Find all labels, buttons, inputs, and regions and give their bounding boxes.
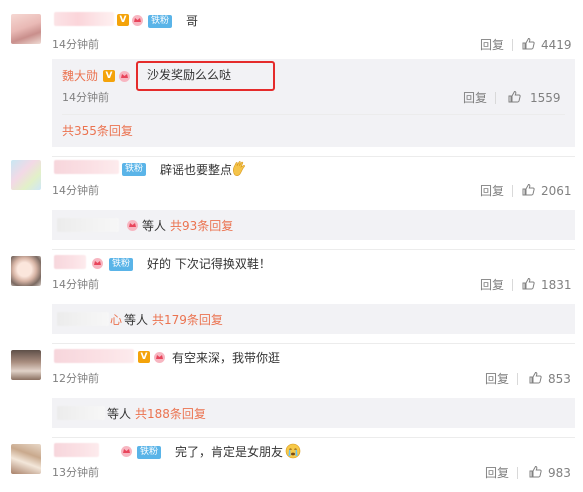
thumbs-up-icon[interactable]: [508, 90, 521, 103]
comment-text: 辟谣也要整点: [160, 163, 233, 177]
user-name[interactable]: [54, 255, 86, 269]
like-count: 1559: [530, 91, 561, 105]
user-name[interactable]: [54, 12, 114, 26]
comment-text: 完了，肯定是女朋友: [175, 445, 284, 459]
comment-time: 13分钟前: [52, 466, 99, 479]
divider: [52, 249, 575, 250]
thumbs-up-icon[interactable]: [522, 183, 535, 196]
divider: [517, 467, 518, 479]
comment-time: 12分钟前: [52, 372, 99, 385]
divider: [495, 92, 496, 104]
others-label: 等人: [142, 219, 167, 233]
comment-text: 哥: [186, 14, 199, 28]
user-name[interactable]: [54, 160, 119, 174]
like-count: 2061: [541, 184, 572, 198]
total-replies-link[interactable]: 共179条回复: [152, 313, 223, 327]
avatar[interactable]: [11, 350, 41, 380]
avatar[interactable]: [11, 160, 41, 190]
verified-v-icon: V: [138, 351, 150, 363]
like-count: 1831: [541, 278, 572, 292]
reply-user-name[interactable]: [57, 312, 109, 326]
reply-user-name[interactable]: 魏大勋: [62, 68, 98, 84]
total-replies-link[interactable]: 共93条回复: [170, 219, 233, 233]
divider: [512, 279, 513, 291]
reply-user-name[interactable]: [57, 406, 105, 420]
crown-icon: [132, 15, 143, 26]
verified-v-icon: V: [103, 70, 115, 82]
like-count: 4419: [541, 38, 572, 52]
reply-button[interactable]: 回复: [480, 278, 504, 292]
like-count: 983: [548, 466, 571, 480]
reply-button[interactable]: 回复: [480, 38, 504, 52]
thumbs-up-icon[interactable]: [522, 37, 535, 50]
divider: [512, 185, 513, 197]
total-replies-link[interactable]: 共188条回复: [135, 407, 206, 421]
others-label: 等人: [107, 407, 132, 421]
reply-button[interactable]: 回复: [485, 372, 509, 386]
reply-button[interactable]: 回复: [485, 466, 509, 480]
crown-icon: [154, 352, 165, 363]
thumbs-up-icon[interactable]: [529, 465, 542, 478]
comment-text: 好的 下次记得换双鞋！: [147, 257, 271, 271]
reply-user-name[interactable]: [57, 218, 119, 232]
user-name[interactable]: [54, 443, 99, 457]
divider: [52, 156, 575, 157]
avatar[interactable]: [11, 444, 41, 474]
divider: [52, 437, 575, 438]
crown-icon: [121, 446, 132, 457]
comment-text: 有空来深，我带你逛: [172, 351, 281, 365]
fan-badge: 铁粉: [137, 446, 162, 459]
reply-text: 沙发奖励么么哒: [147, 68, 232, 82]
crying-face-emoji: [285, 443, 301, 459]
reply-user-name-suffix[interactable]: 心: [110, 313, 122, 327]
avatar[interactable]: [11, 256, 41, 286]
like-count: 853: [548, 372, 571, 386]
fan-badge: 铁粉: [109, 258, 134, 271]
ok-hand-emoji: [233, 161, 245, 176]
fan-badge: 铁粉: [122, 163, 147, 176]
fan-badge: 铁粉: [148, 15, 173, 28]
reply-button[interactable]: 回复: [480, 184, 504, 198]
reply-button[interactable]: 回复: [463, 91, 487, 105]
others-label: 等人: [124, 313, 149, 327]
crown-icon: [92, 258, 103, 269]
divider: [517, 373, 518, 385]
avatar[interactable]: [11, 14, 41, 44]
comment-time: 14分钟前: [52, 184, 99, 197]
comment-time: 14分钟前: [52, 278, 99, 291]
crown-icon: [119, 71, 130, 82]
user-name[interactable]: [54, 349, 134, 363]
divider: [62, 114, 565, 115]
thumbs-up-icon[interactable]: [522, 277, 535, 290]
verified-v-icon: V: [117, 14, 129, 26]
comment-time: 14分钟前: [52, 38, 99, 51]
crown-icon: [127, 220, 138, 231]
thumbs-up-icon[interactable]: [529, 371, 542, 384]
divider: [52, 343, 575, 344]
divider: [512, 39, 513, 51]
reply-time: 14分钟前: [62, 91, 109, 104]
total-replies-link[interactable]: 共355条回复: [62, 124, 133, 138]
